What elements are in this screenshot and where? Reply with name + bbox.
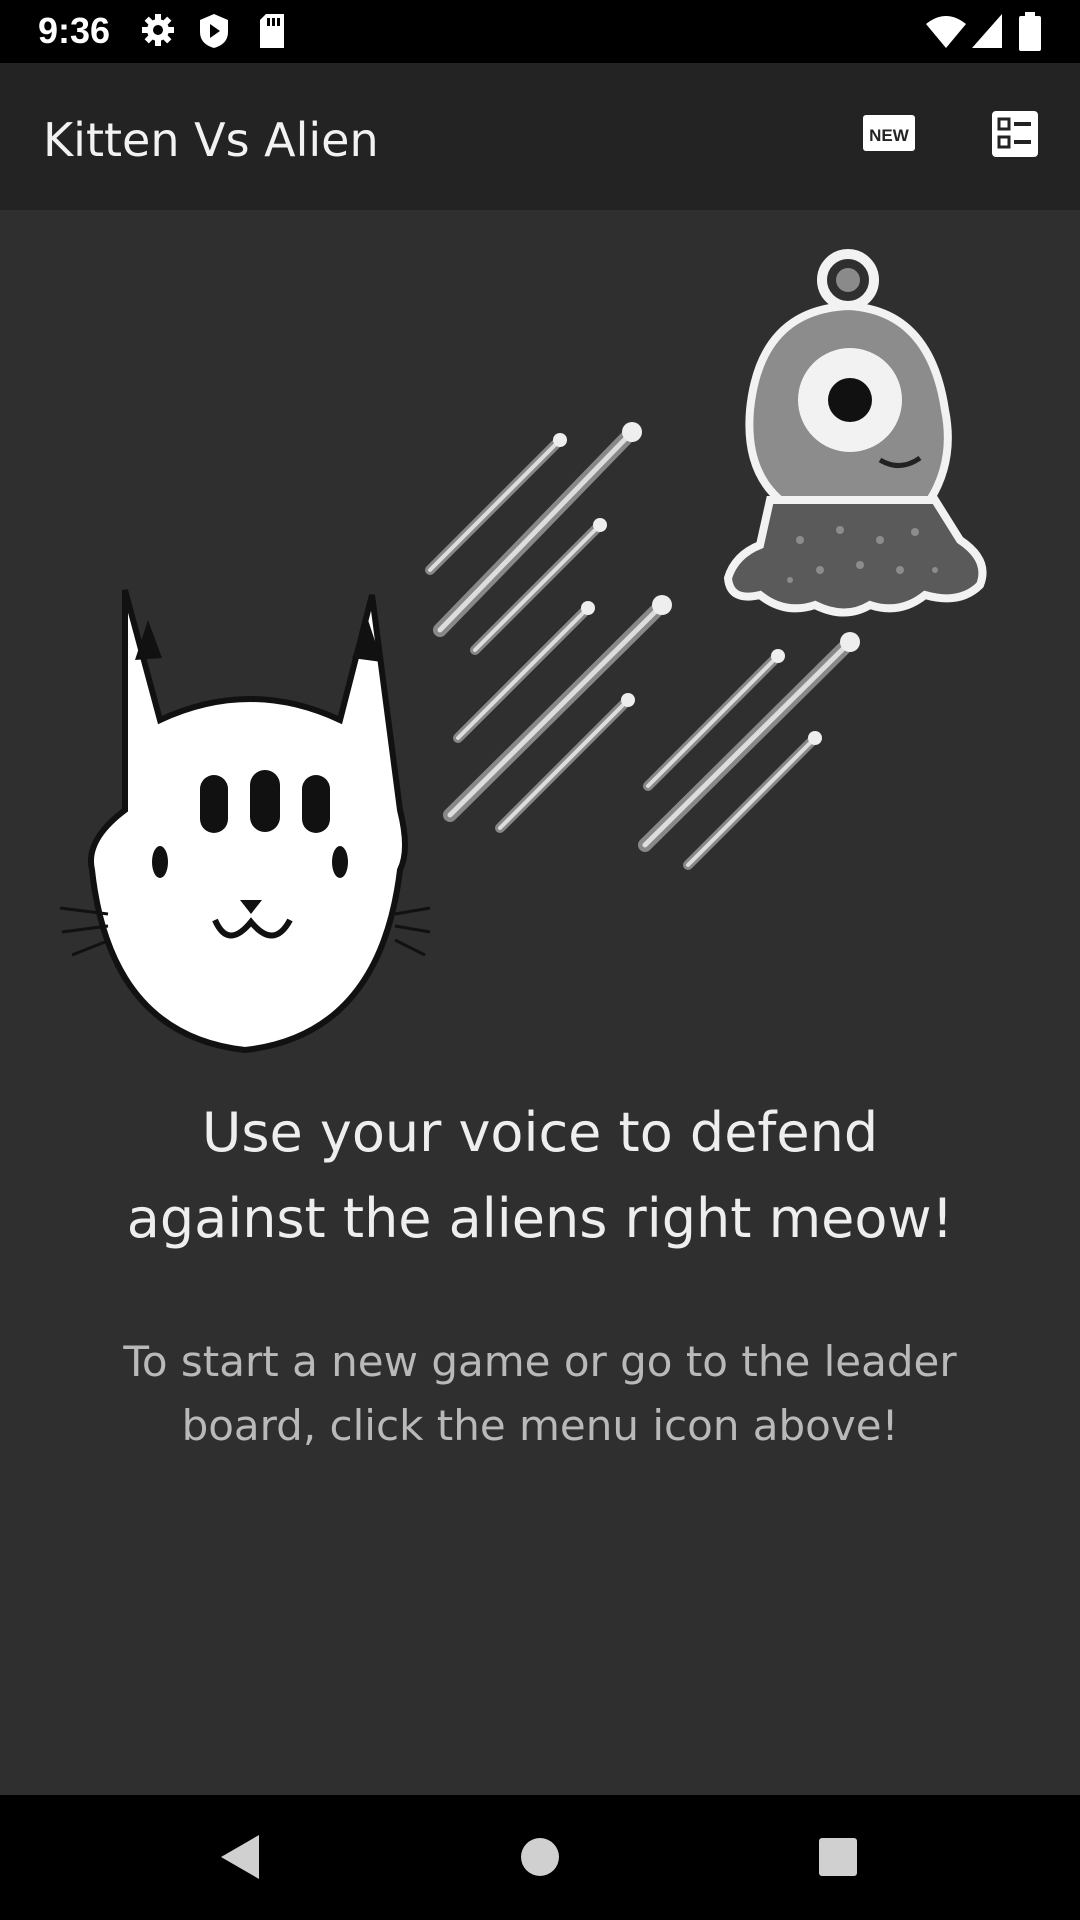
alien-icon [723, 249, 987, 617]
back-icon [221, 1835, 259, 1879]
new-badge-icon: NEW [863, 115, 915, 151]
gear-icon [142, 14, 174, 46]
kitten-icon [59, 589, 431, 1054]
menu-button[interactable] [990, 109, 1040, 159]
new-game-button[interactable]: NEW [862, 111, 916, 155]
wifi-icon [926, 16, 966, 48]
app-bar: Kitten Vs Alien NEW [0, 63, 1080, 210]
instructions-text: To start a new game or go to the leader … [123, 1337, 957, 1450]
signal-icon [972, 14, 1002, 48]
kitten-vs-alien-illustration [59, 249, 987, 1054]
tagline-text: Use your voice to defend against the ali… [126, 1101, 954, 1250]
recents-button[interactable] [817, 1831, 859, 1887]
leaderboard-list-icon [992, 111, 1038, 157]
status-bar: 9:36 [0, 0, 1080, 63]
home-icon [521, 1838, 559, 1876]
navigation-bar [0, 1795, 1080, 1920]
new-badge-text: NEW [869, 126, 910, 145]
status-time: 9:36 [38, 10, 111, 51]
home-button[interactable] [518, 1831, 562, 1887]
battery-icon [1019, 12, 1041, 51]
back-button[interactable] [215, 1831, 263, 1887]
recents-icon [819, 1838, 857, 1876]
shield-play-icon [200, 14, 228, 48]
main-content: Use your voice to defend against the ali… [0, 210, 1080, 1795]
app-title: Kitten Vs Alien [43, 113, 379, 167]
sd-card-icon [260, 14, 284, 48]
